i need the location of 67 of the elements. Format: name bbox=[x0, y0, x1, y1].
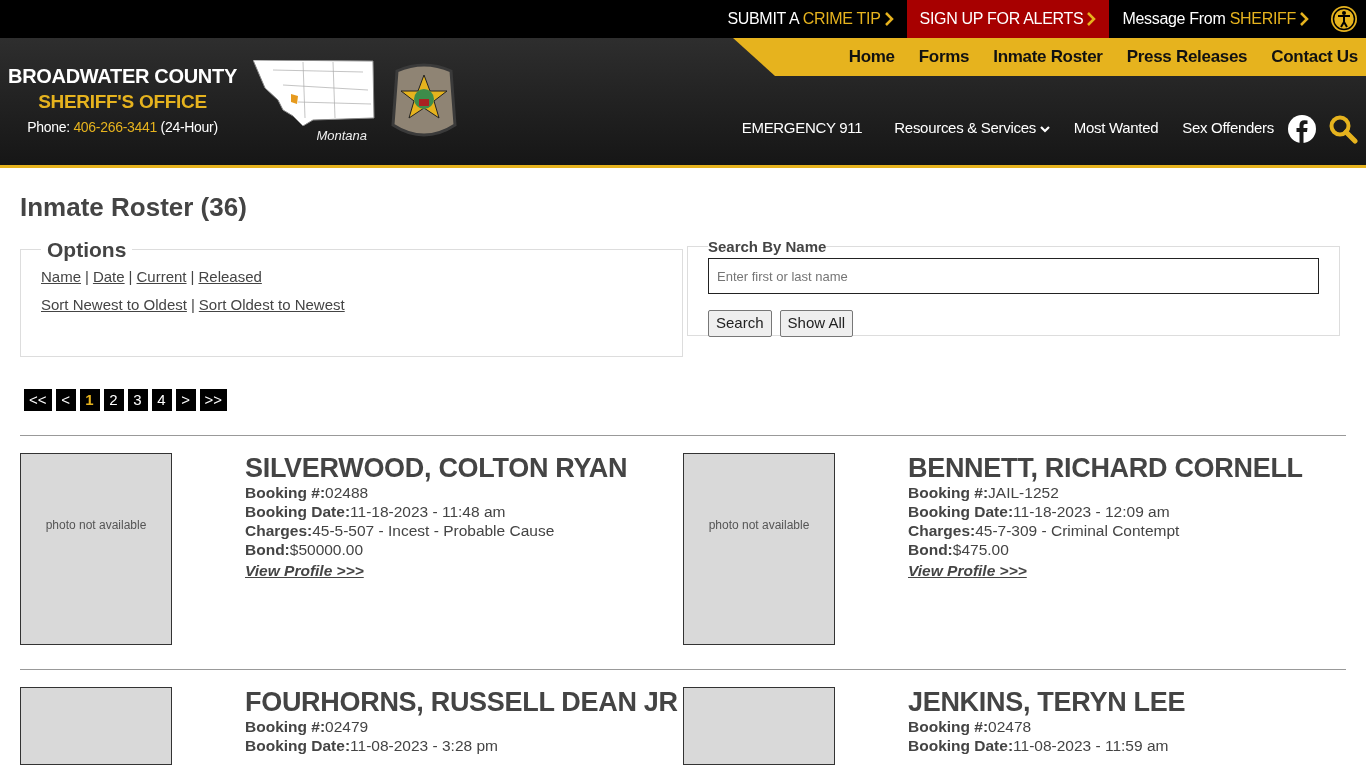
map-caption: Montana bbox=[316, 128, 367, 143]
site-subtitle: SHERIFF'S OFFICE bbox=[37, 89, 208, 114]
page-link[interactable]: 3 bbox=[127, 389, 148, 412]
page-link[interactable]: < bbox=[55, 389, 76, 412]
top-link[interactable]: SUBMIT A CRIME TIP bbox=[714, 0, 907, 38]
profile-link[interactable]: View Profile >>> bbox=[245, 562, 364, 580]
nav-link[interactable]: Forms bbox=[918, 44, 970, 70]
page-link[interactable]: 1 bbox=[79, 389, 100, 412]
sort-link[interactable]: Date bbox=[92, 266, 125, 289]
profile-link[interactable]: View Profile >>> bbox=[908, 562, 1027, 580]
separator: | bbox=[85, 267, 89, 288]
inmate-name: SILVERWOOD, COLTON RYAN bbox=[245, 453, 628, 484]
chevron-icon bbox=[884, 12, 894, 26]
emergency-number: EMERGENCY 911 bbox=[741, 118, 863, 139]
inmate-detail: Booking Date:11-18-2023 - 12:09 am bbox=[908, 502, 1171, 522]
inmate-detail: Booking #:02479 bbox=[245, 717, 370, 737]
nav-link[interactable]: Press Releases bbox=[1126, 44, 1248, 70]
chevron-icon bbox=[1300, 12, 1309, 26]
search-button[interactable]: Show All bbox=[779, 310, 854, 337]
sort-link[interactable]: Name bbox=[41, 266, 81, 289]
sort-link[interactable]: Sort Newest to Oldest bbox=[41, 293, 187, 317]
photo-caption: photo not available bbox=[708, 517, 810, 535]
inmate-detail: Booking #:02488 bbox=[245, 483, 370, 503]
page-link[interactable]: 4 bbox=[151, 389, 172, 412]
inmate-name: JENKINS, TERYN LEE bbox=[908, 687, 1186, 718]
separator: | bbox=[190, 267, 195, 288]
inmate-detail: Bond:$475.00 bbox=[908, 540, 1010, 560]
inmate-detail: Booking #:JAIL-1252 bbox=[908, 483, 1060, 503]
caret-icon bbox=[1039, 125, 1050, 133]
phone-text: Phone: 406-266-3441 (24-Hour) bbox=[26, 117, 219, 137]
dropdown-link[interactable]: Resources & Services bbox=[894, 117, 1050, 140]
separator: | bbox=[190, 294, 195, 315]
inmate-detail: Charges:45-7-309 - Criminal Contempt bbox=[908, 521, 1181, 541]
nav-link[interactable]: Home bbox=[848, 44, 895, 70]
section-legend: Options bbox=[41, 239, 133, 261]
search-field[interactable]: Enter first or last name bbox=[708, 258, 1319, 295]
inmate-name: FOURHORNS, RUSSELL DEAN JR bbox=[245, 687, 678, 718]
page-title: Inmate Roster (36) bbox=[20, 192, 248, 224]
page-link[interactable]: 2 bbox=[103, 389, 124, 412]
inmate-detail: Booking Date:11-18-2023 - 11:48 am bbox=[245, 502, 507, 522]
facebook-icon[interactable] bbox=[1288, 114, 1316, 143]
site-title: BROADWATER COUNTY bbox=[8, 63, 237, 89]
inmate-detail: Booking Date:11-08-2023 - 11:59 am bbox=[908, 736, 1170, 756]
page-link[interactable]: << bbox=[24, 389, 52, 412]
nav-link[interactable]: Most Wanted bbox=[1073, 117, 1159, 140]
section-legend: Search By Name bbox=[708, 239, 827, 255]
sort-link[interactable]: Sort Oldest to Newest bbox=[198, 293, 345, 317]
photo-caption: photo not available bbox=[45, 517, 147, 535]
accessibility-icon[interactable] bbox=[1330, 5, 1358, 33]
inmate-detail: Booking Date:11-08-2023 - 3:28 pm bbox=[245, 736, 499, 756]
nav-link[interactable]: Inmate Roster bbox=[993, 44, 1103, 70]
inmate-detail: Booking #:02478 bbox=[908, 717, 1033, 737]
nav-link[interactable]: Sex Offenders bbox=[1182, 117, 1274, 140]
inmate-detail: Bond:$50000.00 bbox=[245, 540, 365, 560]
separator: | bbox=[128, 267, 133, 288]
page-link[interactable]: > bbox=[175, 389, 196, 412]
top-link[interactable]: Message From SHERIFF bbox=[1109, 0, 1322, 38]
nav-link[interactable]: Contact Us bbox=[1271, 44, 1358, 70]
search-icon[interactable] bbox=[1328, 113, 1358, 144]
page-link[interactable]: >> bbox=[199, 389, 228, 412]
inmate-name: BENNETT, RICHARD CORNELL bbox=[908, 453, 1303, 484]
alerts-link[interactable]: SIGN UP FOR ALERTS bbox=[906, 0, 1110, 38]
sort-link[interactable]: Released bbox=[198, 266, 262, 289]
chevron-icon bbox=[1087, 12, 1097, 26]
search-button[interactable]: Search bbox=[708, 310, 772, 337]
inmate-detail: Charges:45-5-507 - Incest - Probable Cause bbox=[245, 521, 556, 541]
sort-link[interactable]: Current bbox=[136, 266, 187, 289]
